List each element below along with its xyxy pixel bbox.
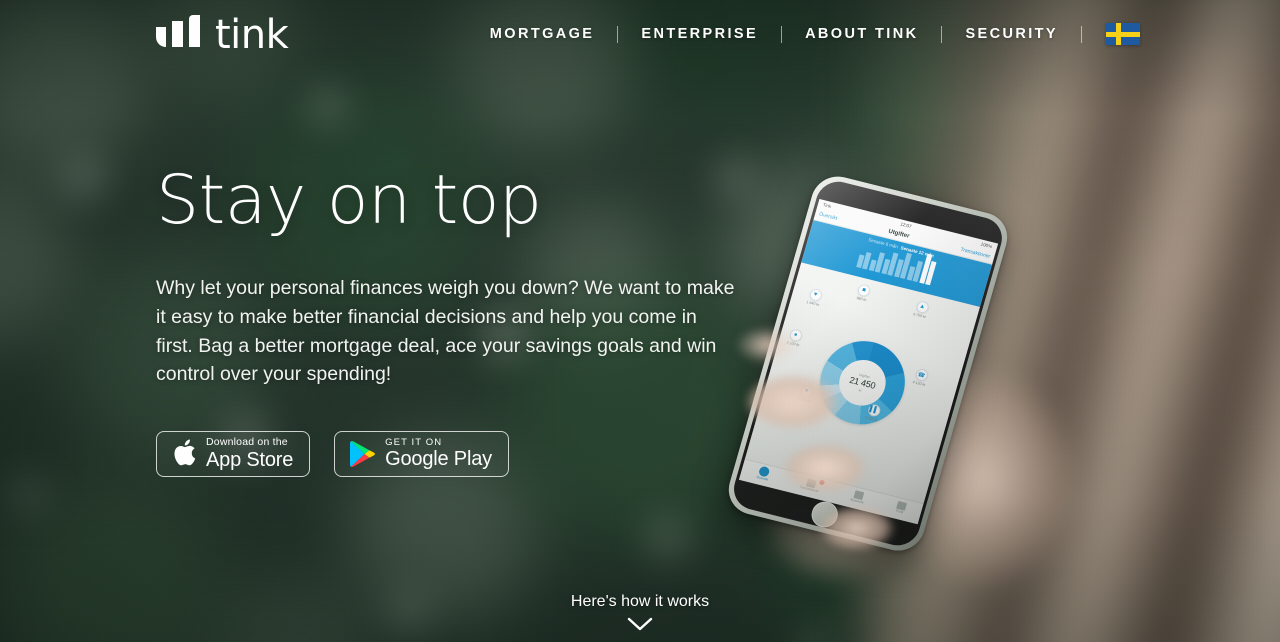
app-back-button[interactable]: Översikt bbox=[818, 212, 837, 222]
donut-amount: 21 450 bbox=[848, 374, 877, 391]
notification-badge bbox=[818, 479, 825, 486]
tink-bars-logo-icon bbox=[156, 15, 200, 47]
google-play-icon bbox=[350, 440, 376, 468]
nav-item-enterprise[interactable]: ENTERPRISE bbox=[618, 26, 781, 42]
app-store-big-label: App Store bbox=[206, 448, 294, 471]
chevron-down-icon[interactable] bbox=[627, 617, 653, 632]
app-title: Utgifter bbox=[887, 228, 910, 240]
tab-label: Profil bbox=[895, 508, 904, 515]
google-play-small-label: GET IT ON bbox=[385, 436, 443, 448]
tab-overview[interactable]: Översikt bbox=[756, 465, 771, 482]
nav-item-mortgage[interactable]: MORTGAGE bbox=[467, 26, 618, 42]
tab-transactions[interactable]: Transaktioner bbox=[799, 477, 825, 494]
nav-separator bbox=[1081, 25, 1082, 43]
category-value: 2 920 kr bbox=[797, 396, 811, 404]
nav-links: MORTGAGE ENTERPRISE ABOUT TINK SECURITY bbox=[467, 23, 1140, 45]
google-play-label-group: GET IT ON Google Play bbox=[385, 436, 492, 471]
scroll-cue-label: Here's how it works bbox=[570, 593, 710, 610]
google-play-button[interactable]: GET IT ON Google Play bbox=[334, 431, 509, 478]
hero-content: Stay on top Why let your personal financ… bbox=[156, 161, 756, 478]
donut-currency: kr bbox=[858, 387, 863, 393]
category-home[interactable]: ▲ 6 700 kr bbox=[912, 299, 930, 320]
tab-label: Transaktioner bbox=[799, 484, 820, 494]
nav-item-security[interactable]: SECURITY bbox=[942, 26, 1081, 42]
scroll-down-cue[interactable]: Here's how it works bbox=[0, 593, 1280, 632]
page-title: Stay on top bbox=[156, 161, 542, 240]
category-value: 6 700 kr bbox=[912, 312, 927, 320]
navbar: tink MORTGAGE ENTERPRISE ABOUT TINK SECU… bbox=[0, 0, 1280, 68]
apple-logo-icon bbox=[174, 439, 196, 466]
category-value: 4 120 kr bbox=[912, 379, 926, 387]
brand-name: tink bbox=[215, 12, 289, 58]
store-badges: Download on the App Store GET IT ON Goog… bbox=[156, 431, 756, 478]
hero-section: tink MORTGAGE ENTERPRISE ABOUT TINK SECU… bbox=[0, 0, 1280, 642]
status-carrier: Tink bbox=[822, 202, 832, 209]
nav-item-about-tink[interactable]: ABOUT TINK bbox=[782, 26, 941, 42]
tab-label: Översikt bbox=[756, 475, 769, 482]
tab-profile[interactable]: Profil bbox=[895, 500, 907, 515]
app-store-small-label: Download on the bbox=[206, 435, 288, 448]
tab-savings[interactable]: Sparande bbox=[850, 489, 867, 505]
category-value: 1 640 kr bbox=[806, 299, 820, 307]
category-cart[interactable]: ▼ 2 920 kr bbox=[797, 384, 814, 404]
category-value: 2 100 kr bbox=[786, 340, 800, 348]
hero-paragraph: Why let your personal finances weigh you… bbox=[156, 277, 735, 386]
category-shirt[interactable]: ■ 980 kr bbox=[855, 283, 872, 303]
google-play-big-label: Google Play bbox=[385, 447, 492, 470]
category-heart[interactable]: ♥ 1 640 kr bbox=[806, 287, 823, 307]
category-value: 980 kr bbox=[856, 295, 867, 303]
category-phone[interactable]: ☎ 4 120 kr bbox=[912, 367, 929, 387]
category-car[interactable]: ● 2 100 kr bbox=[786, 327, 803, 348]
app-store-button[interactable]: Download on the App Store bbox=[156, 431, 311, 478]
swedish-flag-icon[interactable] bbox=[1106, 23, 1140, 45]
brand-logo[interactable]: tink bbox=[156, 12, 289, 58]
app-store-label-group: Download on the App Store bbox=[206, 435, 294, 471]
